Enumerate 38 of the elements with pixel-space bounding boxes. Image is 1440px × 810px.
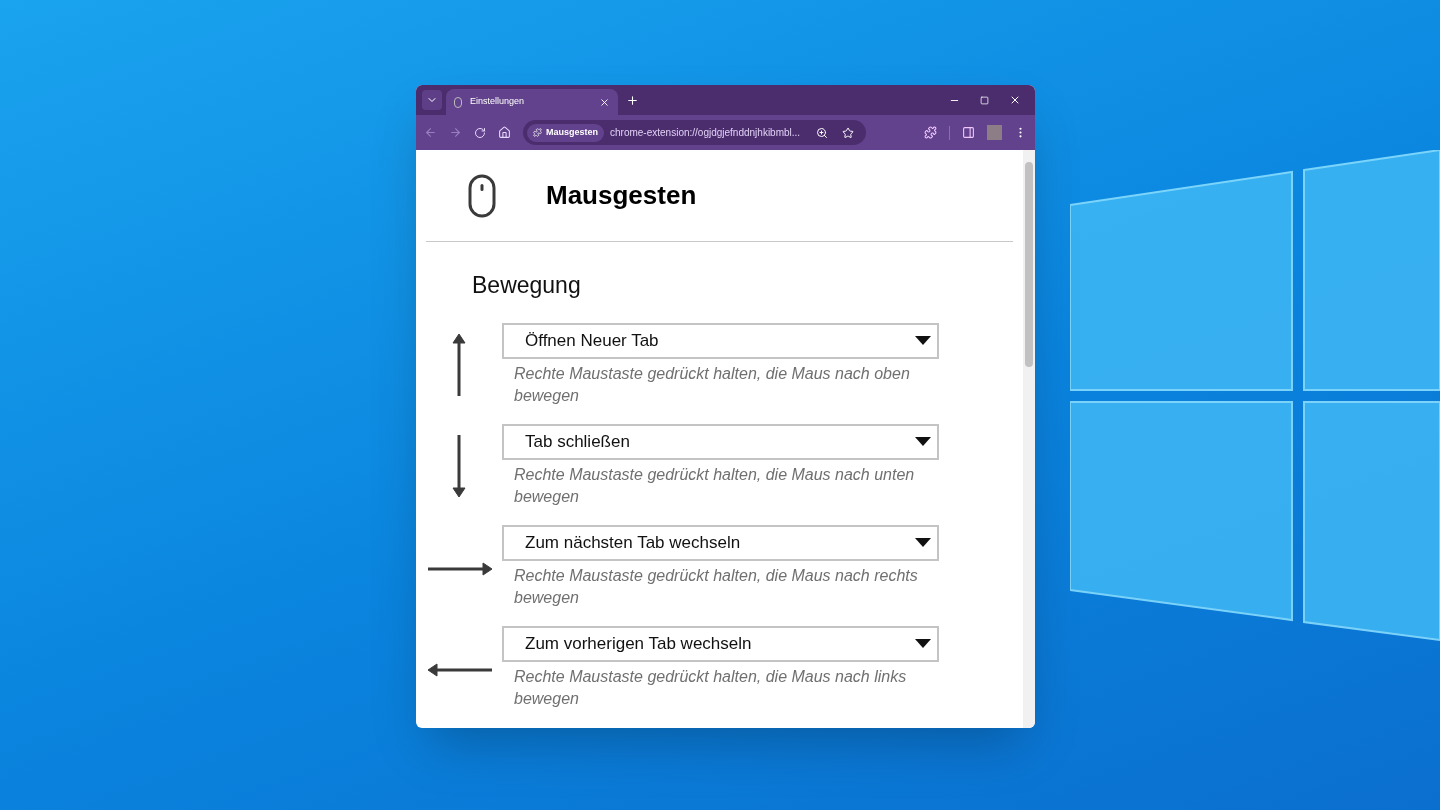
reload-icon[interactable] [474, 126, 486, 139]
arrow-up-icon [452, 333, 466, 396]
site-chip[interactable]: Mausgesten [527, 123, 604, 142]
address-bar[interactable]: Mausgesten chrome-extension://ogjdgjefnddnjhkibmbl... [523, 120, 866, 145]
action-select[interactable]: Zum nächsten Tab wechseln [502, 524, 939, 561]
home-icon[interactable] [498, 126, 511, 139]
zoom-icon[interactable] [816, 126, 828, 139]
gesture-hint: Rechte Maustaste gedrückt halten, die Maus nach unten bewegen [513, 464, 916, 507]
gesture-hint: Rechte Maustaste gedrückt halten, die Maus nach links bewegen [513, 666, 908, 709]
side-panel-icon[interactable] [962, 126, 975, 139]
action-select[interactable]: Zum vorherigen Tab wechseln [502, 625, 939, 662]
extensions-icon[interactable] [924, 126, 937, 139]
mouse-icon [454, 96, 462, 108]
dropdown-caret-icon [915, 538, 931, 547]
bookmark-star-icon[interactable] [842, 126, 854, 139]
url-text: chrome-extension://ogjdgjefnddnjhkibmbl... [610, 126, 801, 140]
arrow-left-icon [428, 662, 492, 677]
section-heading: Bewegung [472, 271, 582, 300]
dropdown-caret-icon [915, 336, 931, 345]
tab-title: Einstellungen [470, 95, 526, 109]
scrollbar[interactable] [1023, 150, 1035, 728]
mouse-icon [468, 173, 496, 218]
page-title: Mausgesten [546, 179, 697, 212]
gesture-hint: Rechte Maustaste gedrückt halten, die Maus nach rechts bewegen [513, 565, 919, 608]
close-icon[interactable] [599, 96, 610, 108]
puzzle-icon [533, 128, 542, 137]
action-select[interactable]: Tab schließen [502, 423, 939, 460]
dropdown-caret-icon [915, 437, 931, 446]
dropdown-caret-icon [915, 639, 931, 648]
action-select[interactable]: Öffnen Neuer Tab [502, 322, 939, 359]
close-icon[interactable] [1009, 94, 1021, 106]
arrow-down-icon [452, 434, 466, 497]
maximize-icon[interactable] [980, 95, 989, 105]
browser-tab[interactable]: Einstellungen [446, 89, 618, 115]
gesture-hint: Rechte Maustaste gedrückt halten, die Maus nach oben bewegen [513, 363, 911, 406]
new-tab-icon[interactable] [626, 94, 639, 107]
tab-search-button[interactable] [422, 90, 442, 110]
arrow-right-icon [428, 561, 492, 576]
